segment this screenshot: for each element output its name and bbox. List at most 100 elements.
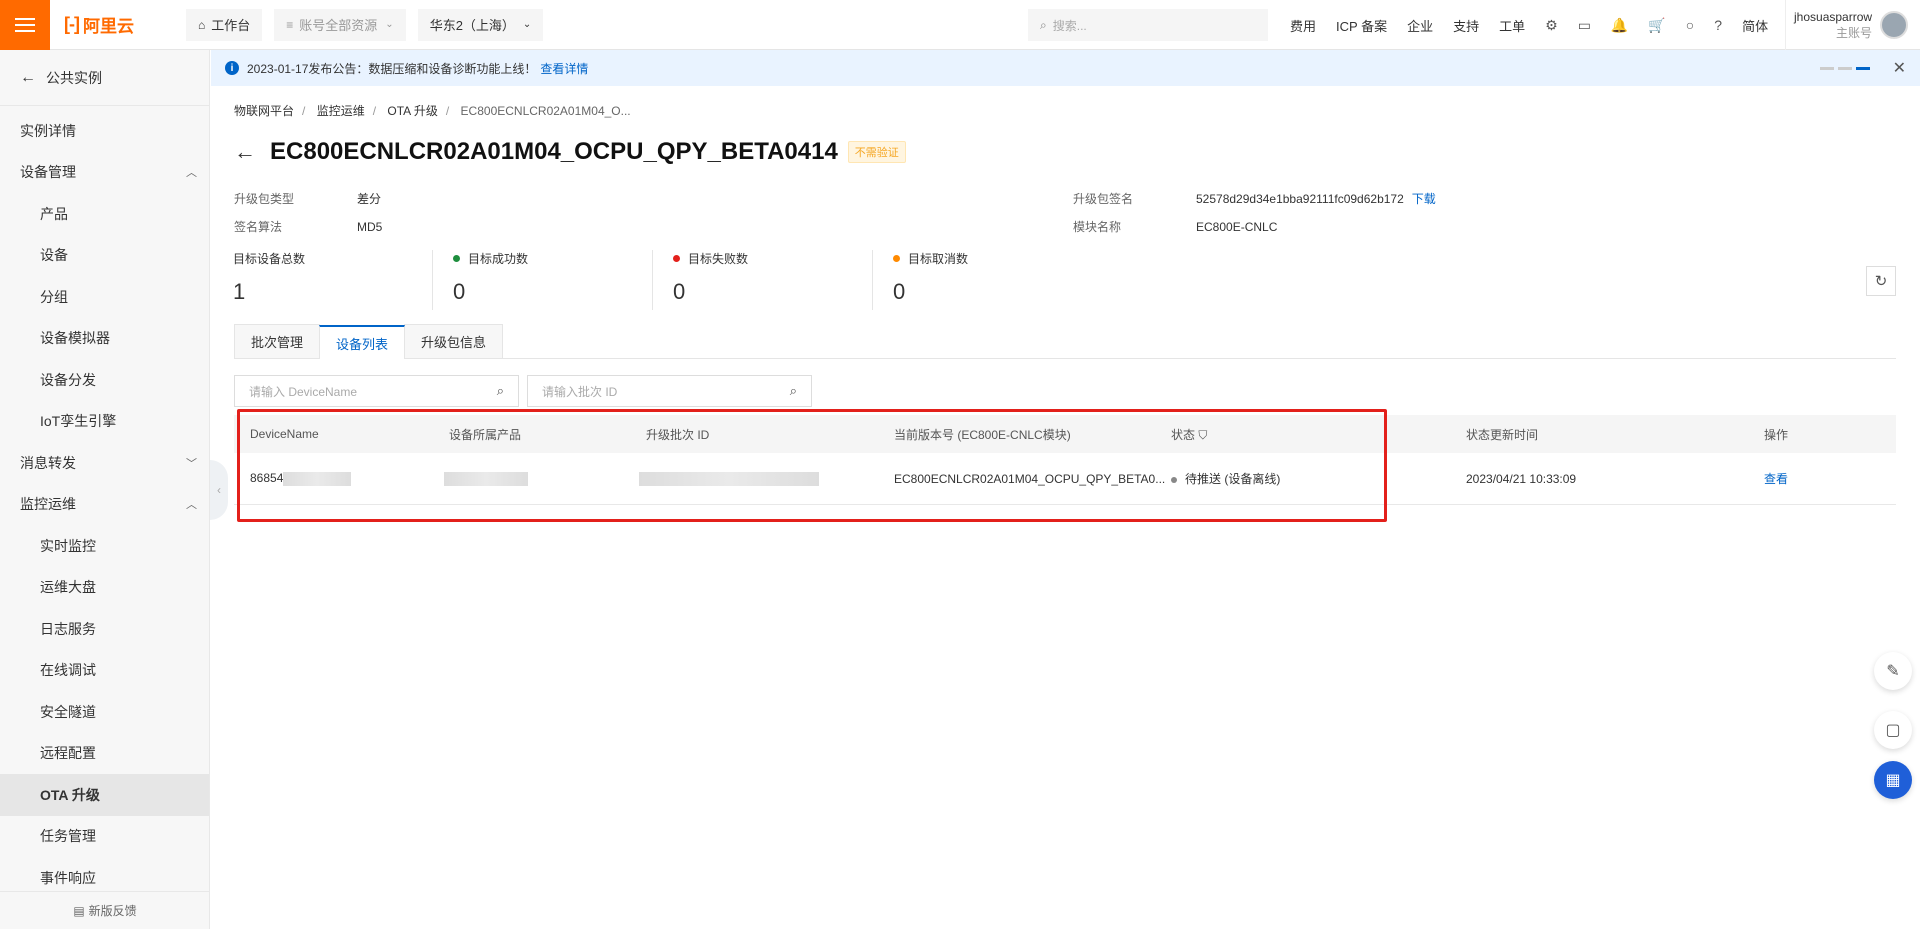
sidebar-item-label: 设备分发 xyxy=(40,371,96,388)
sidebar-item-17[interactable]: 任务管理 xyxy=(0,816,209,858)
module-value: EC800E-CNLC xyxy=(1196,220,1278,234)
terminal-icon[interactable]: ▭ xyxy=(1578,17,1591,34)
tab-package-info[interactable]: 升级包信息 xyxy=(404,324,504,358)
region-label: 华东2（上海） xyxy=(429,18,515,33)
sidebar-item-12[interactable]: 日志服务 xyxy=(0,608,209,650)
col-batch-id: 升级批次 ID xyxy=(646,427,710,442)
sidebar-item-4[interactable]: 分组 xyxy=(0,276,209,318)
lightbulb-icon[interactable]: ○ xyxy=(1686,17,1694,33)
sidebar-item-14[interactable]: 安全隧道 xyxy=(0,691,209,733)
sidebar-item-8[interactable]: 消息转发 ﹀ xyxy=(0,442,209,484)
verify-badge: 不需验证 xyxy=(847,141,906,163)
announcement-link[interactable]: 查看详情 xyxy=(540,60,588,77)
sidebar-item-7[interactable]: IoT孪生引擎 xyxy=(0,401,209,443)
aliyun-logo[interactable]: [-] 阿里云 xyxy=(64,12,174,37)
sidebar-item-3[interactable]: 设备 xyxy=(0,235,209,277)
sidebar-item-0[interactable]: 实例详情 xyxy=(0,110,209,152)
breadcrumb-monitor[interactable]: 监控运维 xyxy=(317,104,365,118)
edit-float-button[interactable]: ✎ xyxy=(1874,652,1912,690)
stat-cancelled: 目标取消数 0 xyxy=(893,250,1093,310)
chevron-down-icon: ⌄ xyxy=(385,19,394,30)
refresh-button[interactable]: ↻ xyxy=(1866,266,1896,296)
view-link[interactable]: 查看 xyxy=(1764,470,1788,487)
resources-dropdown[interactable]: ≡ 账号全部资源 ⌄ xyxy=(274,8,406,41)
sidebar-item-label: 设备 xyxy=(40,247,68,264)
sidebar-item-label: 实例详情 xyxy=(20,122,76,139)
sidebar-item-13[interactable]: 在线调试 xyxy=(0,650,209,692)
back-to-instance[interactable]: ← 公共实例 xyxy=(0,50,209,106)
workbench-button[interactable]: ⌂ 工作台 xyxy=(186,8,263,41)
stat-label: 目标取消数 xyxy=(908,252,969,266)
col-action: 操作 xyxy=(1764,427,1789,442)
back-label: 公共实例 xyxy=(46,69,102,86)
page-title: EC800ECNLCR02A01M04_OCPU_QPY_BETA0414 xyxy=(270,138,838,165)
page-header: ← EC800ECNLCR02A01M04_OCPU_QPY_BETA0414 … xyxy=(234,138,906,166)
sidebar-item-2[interactable]: 产品 xyxy=(0,193,209,235)
sidebar-collapse-handle[interactable]: ‹ xyxy=(210,460,228,520)
feedback-button[interactable]: ▤ 新版反馈 xyxy=(0,891,209,929)
filter-icon[interactable]: ⛉ xyxy=(1198,428,1207,442)
sidebar-item-label: 消息转发 xyxy=(20,454,76,471)
top-link-icp[interactable]: ICP 备案 xyxy=(1336,16,1387,35)
sidebar-item-11[interactable]: 运维大盘 xyxy=(0,567,209,609)
sidebar-item-6[interactable]: 设备分发 xyxy=(0,359,209,401)
breadcrumb-current: EC800ECNLCR02A01M04_O... xyxy=(460,104,631,118)
breadcrumb: 物联网平台 / 监控运维 / OTA 升级 / EC800ECNLCR02A01M04… xyxy=(234,104,631,118)
chat-float-button[interactable]: ▢ xyxy=(1874,711,1912,749)
cart-icon[interactable]: 🛒 xyxy=(1648,17,1665,34)
sign-algo-label: 签名算法 xyxy=(234,220,283,234)
meta-module: 模块名称 EC800E-CNLC xyxy=(1073,218,1277,235)
resources-label: 账号全部资源 xyxy=(299,18,378,33)
sidebar-item-15[interactable]: 远程配置 xyxy=(0,733,209,775)
apps-float-button[interactable]: ▦ xyxy=(1874,761,1912,799)
search-placeholder: 搜索... xyxy=(1052,18,1087,33)
sidebar-item-10[interactable]: 实时监控 xyxy=(0,525,209,567)
top-links: 费用 ICP 备案 企业 支持 工单 ⚙ ▭ 🔔 🛒 ○ ? 简体 xyxy=(1290,0,1788,50)
sidebar-item-label: 安全隧道 xyxy=(40,703,96,720)
pkg-type-label: 升级包类型 xyxy=(234,192,295,206)
sidebar-item-label: 实时监控 xyxy=(40,537,96,554)
device-name-text: 86854 xyxy=(250,471,284,486)
sidebar-item-label: 在线调试 xyxy=(40,662,96,679)
search-icon[interactable]: ⌕ xyxy=(790,383,797,399)
sidebar-item-9[interactable]: 监控运维 ︿ xyxy=(0,484,209,526)
top-link-billing[interactable]: 费用 xyxy=(1290,16,1316,35)
download-link[interactable]: 下载 xyxy=(1412,192,1436,206)
bell-icon[interactable]: 🔔 xyxy=(1611,17,1628,34)
col-status[interactable]: 状态 ⛉ xyxy=(1171,426,1207,443)
sidebar-item-5[interactable]: 设备模拟器 xyxy=(0,318,209,360)
stat-label: 目标成功数 xyxy=(468,252,529,266)
avatar[interactable] xyxy=(1880,11,1909,39)
sidebar-item-1[interactable]: 设备管理 ︿ xyxy=(0,152,209,194)
tab-batch[interactable]: 批次管理 xyxy=(234,324,321,358)
chevron-down-icon: ⌄ xyxy=(522,19,532,30)
pkg-type-value: 差分 xyxy=(357,192,382,206)
announcement-pager[interactable] xyxy=(1820,66,1870,70)
top-link-enterprise[interactable]: 企业 xyxy=(1407,16,1433,35)
menu-button[interactable] xyxy=(0,0,50,50)
sidebar-item-16[interactable]: OTA 升级 xyxy=(0,774,209,816)
batch-id-search[interactable]: 请输入批次 ID ⌕ xyxy=(527,375,812,407)
sidebar-list: 实例详情设备管理 ︿ 产品设备分组 设备模拟器设备分发 IoT孪生引擎 消息转发 ﹀ 监控运维… xyxy=(0,106,209,899)
top-link-support[interactable]: 支持 xyxy=(1453,16,1479,35)
user-menu[interactable]: jhosuasparrow 主账号 xyxy=(1785,0,1920,50)
tab-device-list[interactable]: 设备列表 xyxy=(319,325,406,359)
sidebar-item-label: 设备管理 xyxy=(20,164,76,181)
redacted-mask xyxy=(283,471,352,486)
close-icon[interactable]: ✕ xyxy=(1893,58,1906,78)
breadcrumb-ota[interactable]: OTA 升级 xyxy=(387,104,437,118)
device-name-search[interactable]: 请输入 DeviceName ⌕ xyxy=(234,375,519,407)
back-arrow-icon[interactable]: ← xyxy=(234,139,256,165)
meta-sign-algo: 签名算法 MD5 xyxy=(234,218,382,235)
region-dropdown[interactable]: 华东2（上海） ⌄ xyxy=(417,8,544,41)
top-link-ticket[interactable]: 工单 xyxy=(1499,16,1525,35)
cell-updated: 2023/04/21 10:33:09 xyxy=(1466,471,1577,486)
help-icon[interactable]: ? xyxy=(1714,17,1722,33)
language-switch[interactable]: 简体 xyxy=(1742,16,1768,35)
search-icon[interactable]: ⌕ xyxy=(497,383,504,399)
sidebar-item-label: 任务管理 xyxy=(40,828,96,845)
code-icon[interactable]: ⚙ xyxy=(1545,17,1558,34)
breadcrumb-iot[interactable]: 物联网平台 xyxy=(234,104,294,118)
stat-label: 目标设备总数 xyxy=(233,252,306,266)
global-search-input[interactable]: ⌕ 搜索... xyxy=(1028,9,1268,41)
